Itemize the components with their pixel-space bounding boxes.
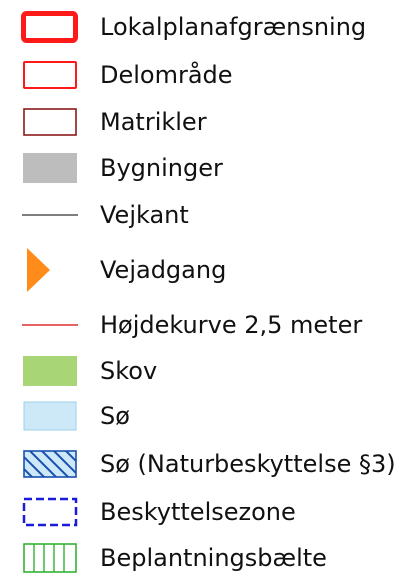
legend-item-bygninger: Bygninger <box>0 148 405 188</box>
legend-item-hoejdekurve: Højdekurve 2,5 meter <box>0 305 405 345</box>
map-legend: Lokalplanafgrænsning Delområde Matrikler… <box>0 0 405 575</box>
blue-hatched-rect-icon <box>18 444 82 484</box>
legend-item-beplantningsbaelte: Beplantningsbælte <box>0 538 405 578</box>
legend-label: Sø <box>100 402 130 430</box>
legend-label: Vejkant <box>100 201 189 229</box>
legend-item-skov: Skov <box>0 351 405 391</box>
legend-item-vejkant: Vejkant <box>0 195 405 235</box>
gray-filled-rect-icon <box>18 148 82 188</box>
legend-item-matrikler: Matrikler <box>0 102 405 142</box>
red-line-icon <box>18 305 82 345</box>
legend-label: Skov <box>100 357 158 385</box>
legend-label: Vejadgang <box>100 256 227 284</box>
legend-label: Delområde <box>100 61 233 89</box>
legend-label: Højdekurve 2,5 meter <box>100 311 363 339</box>
blue-dashed-rect-icon <box>18 492 82 532</box>
legend-label: Lokalplanafgrænsning <box>100 13 367 41</box>
legend-item-beskyttelsezone: Beskyttelsezone <box>0 492 405 532</box>
thick-red-outline-rect-icon <box>18 7 82 47</box>
legend-item-soe-naturbeskyttelse: Sø (Naturbeskyttelse §3) <box>0 444 405 484</box>
legend-label: Beplantningsbælte <box>100 544 327 572</box>
dark-red-outline-rect-icon <box>18 102 82 142</box>
legend-label: Bygninger <box>100 154 223 182</box>
legend-label: Sø (Naturbeskyttelse §3) <box>100 450 396 478</box>
orange-triangle-icon <box>18 248 82 292</box>
green-filled-rect-icon <box>18 351 82 391</box>
legend-item-delomraade: Delområde <box>0 55 405 95</box>
legend-item-lokalplanafgraensning: Lokalplanafgrænsning <box>0 7 405 47</box>
red-outline-rect-icon <box>18 55 82 95</box>
legend-label: Beskyttelsezone <box>100 498 296 526</box>
legend-item-vejadgang: Vejadgang <box>0 248 405 292</box>
legend-item-soe: Sø <box>0 396 405 436</box>
green-vertical-hatch-rect-icon <box>18 538 82 578</box>
light-blue-rect-icon <box>18 396 82 436</box>
dark-gray-line-icon <box>18 195 82 235</box>
legend-label: Matrikler <box>100 108 207 136</box>
